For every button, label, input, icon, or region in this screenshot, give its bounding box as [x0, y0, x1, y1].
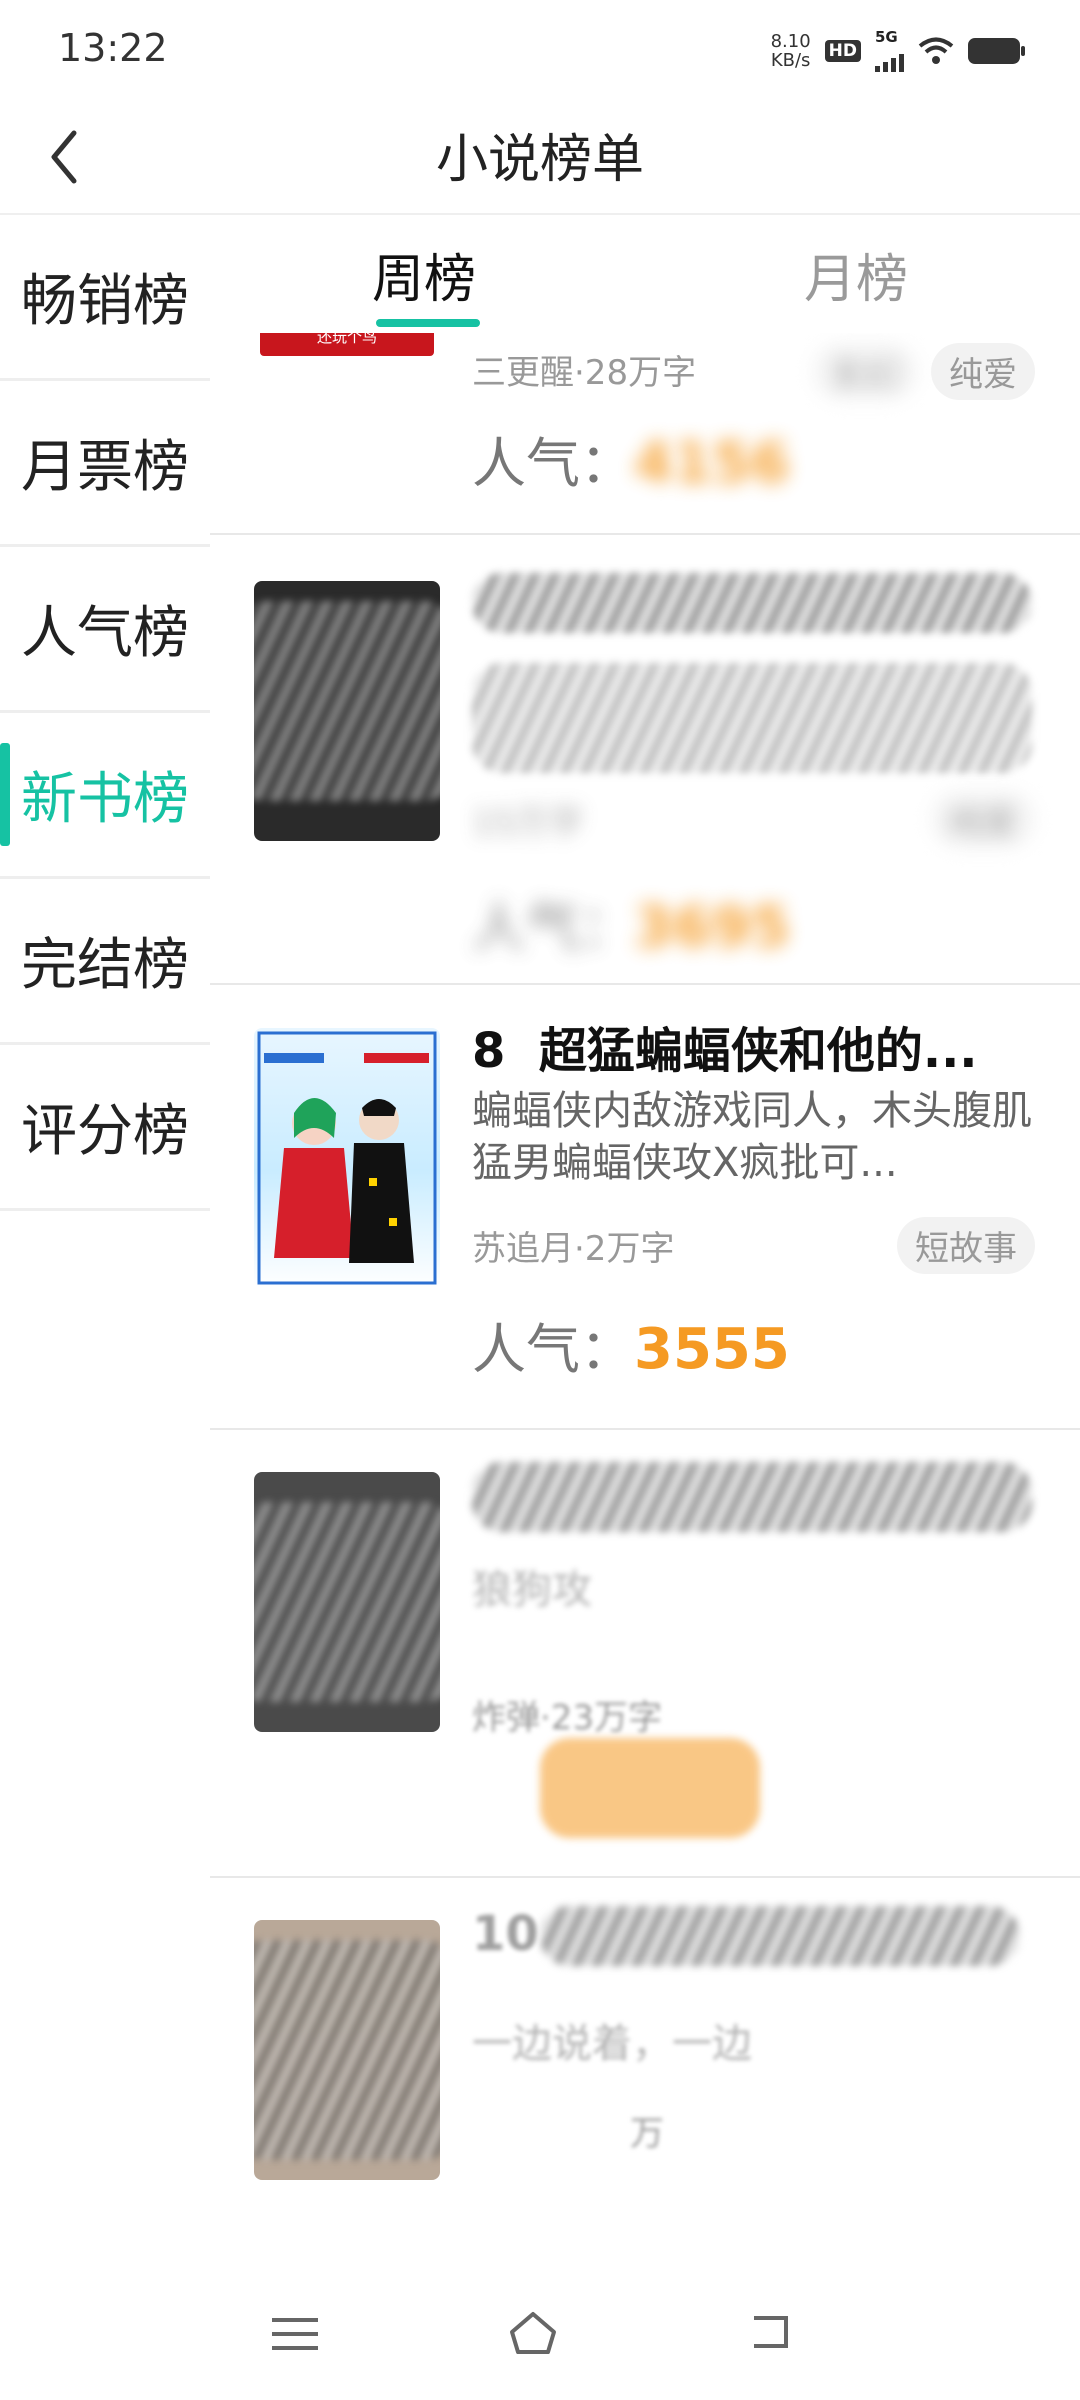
book-popularity: 人气：3695: [472, 883, 790, 962]
book-cover: [254, 1472, 440, 1732]
wifi-icon: [918, 37, 954, 64]
popularity-value: 4156: [634, 431, 790, 496]
book-title-text: 超猛蝙蝠侠和他的...: [538, 1023, 978, 1079]
book-title[interactable]: 8 超猛蝙蝠侠和他的...: [472, 1011, 978, 1081]
ranking-sidebar: 畅销榜 月票榜 人气榜 新书榜 完结榜 评分榜: [0, 215, 210, 1211]
sidebar-item-new-books[interactable]: 新书榜: [0, 713, 210, 879]
book-meta: 三更醒·28万字: [472, 353, 697, 393]
status-bar: 13:22 8.10 KB/s HD 5G: [0, 0, 1080, 95]
book-tag: 玄幻: [813, 343, 917, 400]
list-item[interactable]: 狼狗攻 炸弹·23万字: [210, 1428, 1080, 1878]
list-item[interactable]: 15万字 纯爱 人气：3695: [210, 533, 1080, 985]
book-meta: 万: [630, 2114, 664, 2154]
book-description: 一边说着，一边: [472, 2021, 752, 2067]
book-tags: 纯爱: [931, 791, 1035, 848]
net-speed: 8.10 KB/s: [771, 32, 811, 70]
page-title: 小说榜单: [435, 130, 644, 190]
book-cover: [254, 1028, 440, 1288]
book-popularity: 人气：3555: [472, 1305, 790, 1384]
book-cover: [254, 581, 440, 841]
list-item[interactable]: 8 超猛蝙蝠侠和他的... 蝙蝠侠内敌游戏同人，木头腹肌猛男蝙蝠侠攻X疯批可..…: [210, 983, 1080, 1430]
sidebar-item-rating[interactable]: 评分榜: [0, 1045, 210, 1211]
tab-monthly[interactable]: 月榜: [804, 237, 908, 312]
sidebar-item-completed[interactable]: 完结榜: [0, 879, 210, 1045]
sidebar-item-bestseller[interactable]: 畅销榜: [0, 215, 210, 381]
home-icon[interactable]: [508, 2310, 558, 2356]
book-meta: 15万字: [472, 803, 584, 843]
book-description: 狼狗攻: [472, 1567, 592, 1613]
obscured-desc: [472, 663, 1032, 773]
book-rank: 8: [472, 1023, 506, 1079]
book-tag: 纯爱: [931, 343, 1035, 400]
book-description: 蝙蝠侠内敌游戏同人，木头腹肌猛男蝙蝠侠攻X疯批可...: [472, 1088, 1032, 1186]
status-icons: 8.10 KB/s HD 5G: [771, 30, 1025, 72]
obscured-popularity: [540, 1738, 760, 1838]
net-speed-unit: KB/s: [770, 50, 811, 71]
book-popularity: 人气：4156: [472, 419, 790, 498]
book-tag: 短故事: [897, 1217, 1035, 1274]
cover-caption: 还玩个鸟: [260, 333, 434, 356]
cover-illustration: [257, 1031, 437, 1285]
book-tags: 玄幻 纯爱: [813, 343, 1035, 400]
book-title[interactable]: 10: [472, 1906, 539, 1962]
book-cover: [254, 1920, 440, 2180]
book-meta: 苏追月·2万字: [472, 1229, 675, 1269]
obscured-title: [472, 573, 1032, 633]
book-list[interactable]: 还玩个鸟 三更醒·28万字 玄幻 纯爱 人气：4156 15万字 纯爱 人气：3…: [210, 333, 1080, 2268]
list-item[interactable]: 10 一边说着，一边 万: [210, 1876, 1080, 2268]
book-cover: 还玩个鸟: [254, 333, 440, 418]
signal-icon: 5G: [875, 30, 904, 72]
menu-icon[interactable]: [272, 2316, 318, 2352]
tab-indicator: [376, 319, 480, 327]
popularity-label: 人气：: [472, 1318, 634, 1381]
tab-weekly[interactable]: 周榜: [372, 237, 476, 312]
popularity-label: 人气：: [472, 432, 634, 495]
sidebar-item-popularity[interactable]: 人气榜: [0, 547, 210, 713]
network-type: 5G: [875, 28, 898, 46]
book-tags: 短故事: [897, 1217, 1035, 1274]
hd-icon: HD: [824, 40, 861, 62]
top-bar: 小说榜单: [0, 95, 1080, 215]
net-speed-value: 8.10: [770, 31, 811, 52]
popularity-value: 3695: [634, 895, 790, 960]
system-nav-bar: [0, 2268, 1080, 2400]
book-rank: 10: [472, 1906, 539, 1962]
period-tabs: 周榜 月榜: [210, 215, 1080, 333]
popularity-label: 人气：: [472, 896, 634, 959]
popularity-value: 3555: [634, 1317, 790, 1382]
obscured-title: [540, 1906, 1020, 1966]
list-item[interactable]: 还玩个鸟 三更醒·28万字 玄幻 纯爱 人气：4156: [210, 333, 1080, 535]
book-tag: 纯爱: [931, 791, 1035, 848]
battery-icon: [968, 38, 1025, 64]
recent-apps-icon[interactable]: [750, 2312, 794, 2352]
status-time: 13:22: [58, 26, 168, 70]
book-meta: 炸弹·23万字: [472, 1698, 663, 1738]
obscured-title: [472, 1462, 1032, 1532]
sidebar-item-monthly-ticket[interactable]: 月票榜: [0, 381, 210, 547]
